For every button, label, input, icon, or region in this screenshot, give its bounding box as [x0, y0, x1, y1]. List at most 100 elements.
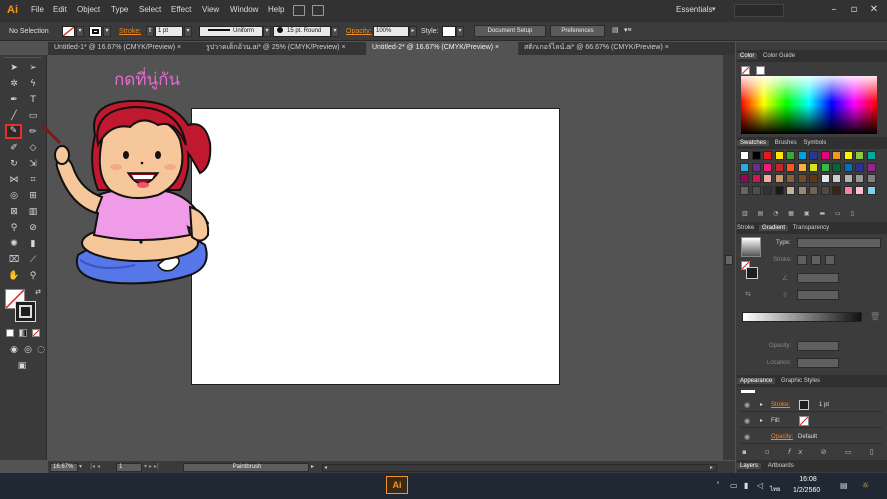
artboard-tool-icon[interactable]: ⌧ [8, 255, 20, 266]
fill-swatch[interactable] [62, 26, 75, 37]
swatch[interactable] [740, 162, 749, 172]
menu-view[interactable]: View [202, 5, 219, 14]
slice-tool-icon[interactable]: ⟋ [27, 255, 39, 266]
status-menu-icon[interactable]: ▸ [311, 463, 319, 472]
swatch[interactable] [832, 162, 841, 172]
swatch[interactable] [843, 151, 853, 160]
blend-tool-icon[interactable]: ⊘ [27, 223, 39, 234]
gradient-angle-input[interactable] [797, 273, 839, 283]
swatch[interactable] [809, 185, 818, 195]
tab-swatches[interactable]: Swatches [737, 140, 770, 146]
blob-brush-tool-icon[interactable]: ✐ [8, 143, 20, 154]
menu-edit[interactable]: Edit [53, 5, 67, 14]
graphic-style-swatch[interactable] [442, 26, 456, 37]
swatch[interactable] [855, 185, 864, 195]
workspace-chevron-icon[interactable]: ▾ [712, 5, 716, 13]
color-fill-chip[interactable] [741, 66, 750, 75]
gradient-tool-icon[interactable]: ▥ [27, 207, 39, 218]
stroke-dropdown[interactable]: ▾ [103, 26, 111, 37]
draw-normal-icon[interactable]: ◉ [8, 345, 20, 356]
pen-tool-icon[interactable]: ✒ [8, 95, 20, 106]
swatch[interactable] [740, 174, 749, 183]
gradient-opacity-input[interactable] [797, 341, 839, 351]
gradient-preview[interactable] [741, 237, 761, 257]
tab-stroke[interactable]: Stroke [737, 225, 754, 231]
tab-gradient[interactable]: Gradient [759, 225, 789, 231]
artboard-next-icons[interactable]: ▾ ▸ ▸| [144, 463, 176, 472]
tab-transparency[interactable]: Transparency [793, 225, 829, 231]
horizontal-scrollbar[interactable] [322, 464, 717, 472]
swatch[interactable] [786, 151, 795, 160]
width-tool-icon[interactable]: ⋈ [8, 175, 20, 186]
workspace-switcher[interactable]: Essentials [676, 5, 712, 14]
pencil-tool-icon[interactable]: ✏ [27, 127, 39, 138]
swatch[interactable] [843, 185, 853, 195]
swatch[interactable] [855, 151, 864, 160]
swatch[interactable] [751, 151, 761, 160]
gradient-stroke-chip[interactable] [746, 267, 758, 279]
gradient-mode-icon[interactable] [19, 329, 27, 337]
swatch[interactable] [774, 185, 784, 195]
style-dropdown[interactable]: ▾ [456, 26, 464, 37]
appearance-row-stroke[interactable]: ◉ ▸ Stroke: 1 pt [740, 399, 882, 412]
swatch[interactable] [751, 185, 761, 195]
menu-object[interactable]: Object [77, 5, 100, 14]
shape-builder-tool-icon[interactable]: ◎ [8, 191, 20, 202]
swatch[interactable] [786, 162, 795, 172]
document-setup-button[interactable]: Document Setup [474, 25, 546, 37]
brush-definition[interactable]: 15 pt. Round [273, 26, 331, 37]
swatch[interactable] [832, 174, 841, 183]
scroll-right-icon[interactable]: ▸ [710, 464, 717, 472]
screen-mode-icon[interactable]: ▣ [16, 361, 28, 372]
taskbar-illustrator-button[interactable]: Ai [386, 476, 408, 494]
gradient-aspect-input[interactable] [797, 290, 839, 300]
menu-select[interactable]: Select [139, 5, 161, 14]
gradient-location-input[interactable] [797, 358, 839, 368]
bridge-icon[interactable] [293, 5, 305, 16]
reverse-gradient-icon[interactable]: ⇆ [745, 290, 757, 298]
opacity-dropdown[interactable]: ▸ [409, 26, 417, 37]
clock-date[interactable]: 1/2/2560 [793, 487, 820, 494]
swatch[interactable] [740, 151, 749, 160]
swatch[interactable] [809, 151, 818, 160]
battery-icon[interactable]: ▭ [730, 481, 738, 490]
toolbox-grip[interactable] [4, 57, 42, 60]
align-icon[interactable]: ▤ [612, 26, 619, 34]
visibility-eye-icon[interactable]: ◉ [744, 417, 750, 425]
preferences-button[interactable]: Preferences [550, 25, 605, 37]
tab-layers[interactable]: Layers [737, 463, 762, 469]
tab-untitled-2[interactable]: Untitled-2* @ 16.67% (CMYK/Preview) × [366, 42, 518, 55]
color-mode-icon[interactable] [6, 329, 14, 337]
lasso-tool-icon[interactable]: ϟ [27, 79, 39, 90]
volume-icon[interactable]: ◁ [757, 481, 763, 490]
fx-button[interactable]: fx [788, 448, 811, 456]
tab-symbols[interactable]: Symbols [803, 140, 826, 146]
swatch[interactable] [866, 174, 876, 183]
menu-type[interactable]: Type [111, 5, 128, 14]
tab-close-icon[interactable]: × [177, 44, 181, 51]
appearance-row-fill[interactable]: ◉ ▸ Fill: [740, 415, 882, 428]
arrange-documents-icon[interactable] [312, 5, 324, 16]
tab-color[interactable]: Color [737, 53, 758, 59]
expand-arrow-icon[interactable]: ▸ [760, 417, 763, 424]
swatch[interactable] [809, 174, 818, 183]
appearance-stroke-swatch[interactable] [799, 400, 809, 410]
swatch[interactable] [866, 185, 876, 195]
close-icon[interactable]: ✕ [866, 3, 882, 17]
brush-dropdown[interactable]: ▾ [331, 26, 339, 37]
appearance-stroke-label[interactable]: Stroke: [771, 402, 790, 408]
column-graph-tool-icon[interactable]: ▮ [27, 239, 39, 250]
type-tool-icon[interactable]: T [27, 95, 39, 106]
profile-dropdown[interactable]: ▾ [263, 26, 271, 37]
hand-tool-icon[interactable]: ✋ [8, 271, 20, 282]
symbol-sprayer-tool-icon[interactable]: ✺ [8, 239, 20, 250]
artboard[interactable] [191, 108, 560, 385]
appearance-actions[interactable]: ▪ ▫ fx ⊘ ▭ ▯ [742, 448, 882, 457]
rotate-tool-icon[interactable]: ↻ [8, 159, 20, 170]
swatch[interactable] [740, 185, 749, 195]
expand-arrow-icon[interactable]: ▸ [760, 401, 763, 408]
swatch[interactable] [763, 174, 772, 183]
swatch[interactable] [820, 151, 830, 160]
stroke-swatch[interactable] [89, 26, 102, 37]
line-tool-icon[interactable]: ╱ [8, 111, 20, 122]
